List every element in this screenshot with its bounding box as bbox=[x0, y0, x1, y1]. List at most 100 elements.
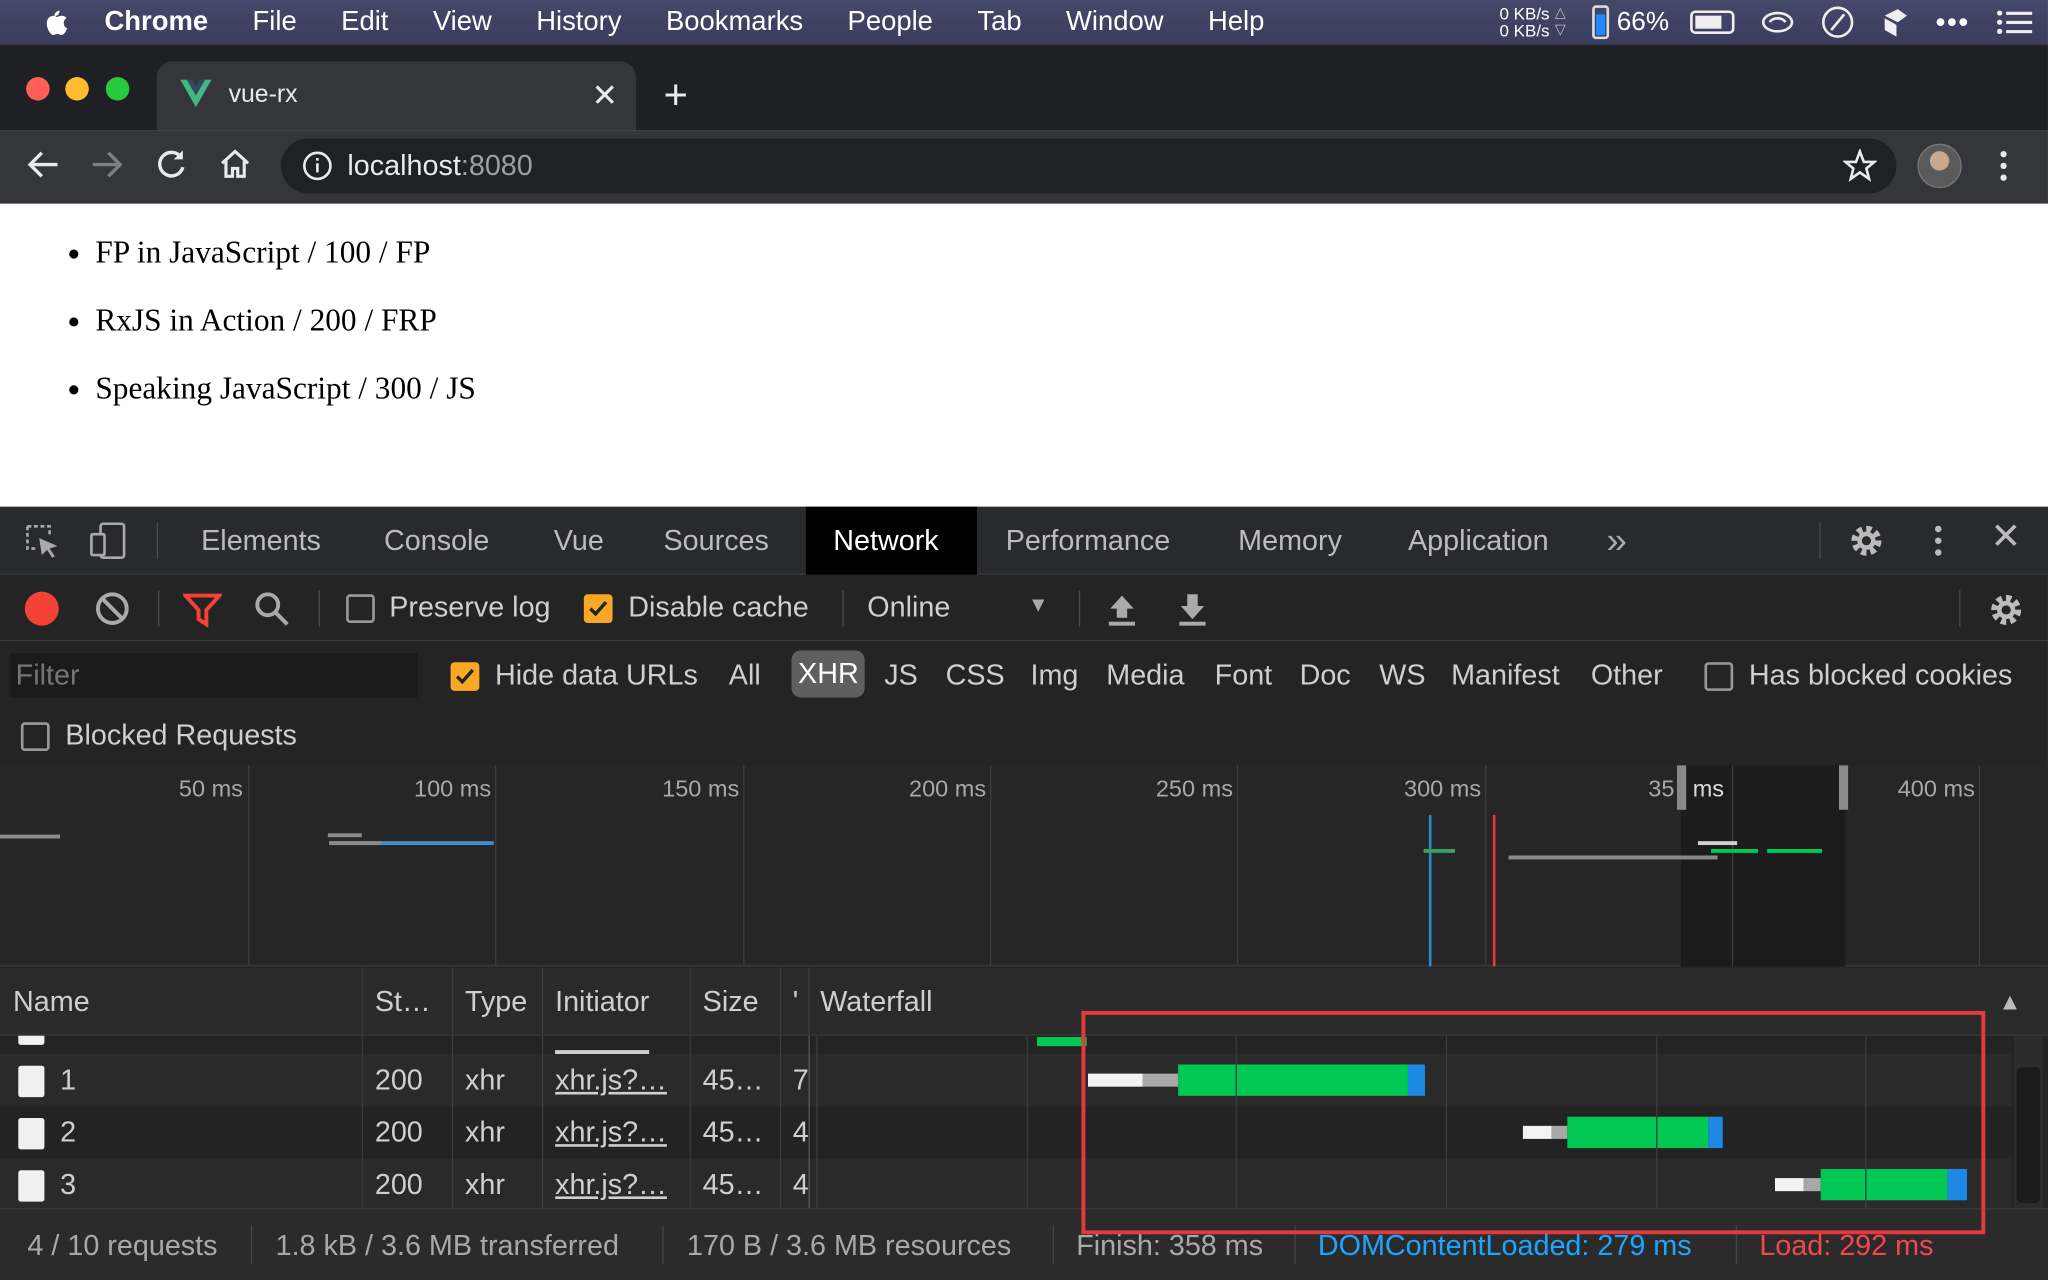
throttling-select[interactable]: Online bbox=[867, 590, 950, 624]
table-scrollbar-thumb[interactable] bbox=[2016, 1067, 2041, 1203]
network-overview[interactable]: 50 ms 100 ms 150 ms 200 ms 250 ms 300 ms… bbox=[0, 765, 2048, 967]
disable-cache-checkbox[interactable] bbox=[583, 594, 613, 624]
address-bar[interactable]: localhost:8080 bbox=[280, 138, 1897, 194]
menubar-item-window[interactable]: Window bbox=[1066, 7, 1164, 38]
filter-type-manifest[interactable]: Manifest bbox=[1451, 658, 1560, 692]
column-header-name[interactable]: Name bbox=[13, 968, 90, 1036]
menubar-item-edit[interactable]: Edit bbox=[341, 7, 388, 38]
filter-type-js[interactable]: JS bbox=[884, 658, 918, 692]
export-har-icon[interactable] bbox=[1175, 590, 1209, 627]
more-dots-icon[interactable]: ••• bbox=[1935, 5, 1969, 39]
apple-icon[interactable] bbox=[39, 7, 68, 38]
filter-type-doc[interactable]: Doc bbox=[1300, 658, 1351, 692]
url-text[interactable]: localhost:8080 bbox=[347, 149, 532, 183]
column-header-size[interactable]: Size bbox=[703, 968, 759, 1036]
blocked-requests-checkbox[interactable] bbox=[20, 722, 50, 752]
menubar-app-name[interactable]: Chrome bbox=[104, 7, 208, 38]
menubar-item-bookmarks[interactable]: Bookmarks bbox=[666, 7, 803, 38]
tab-sources[interactable]: Sources bbox=[643, 507, 790, 575]
overview-right-handle[interactable] bbox=[1838, 765, 1849, 810]
filter-type-other[interactable]: Other bbox=[1591, 658, 1663, 692]
column-header-status[interactable]: St… bbox=[375, 968, 431, 1036]
filter-input[interactable] bbox=[10, 653, 418, 698]
page-content: FP in JavaScript / 100 / FP RxJS in Acti… bbox=[0, 203, 2048, 507]
tab-vue[interactable]: Vue bbox=[533, 507, 625, 575]
tab-elements[interactable]: Elements bbox=[180, 507, 342, 575]
devtools-more-icon[interactable] bbox=[1928, 522, 1949, 559]
filter-type-font[interactable]: Font bbox=[1215, 658, 1273, 692]
menubar-item-help[interactable]: Help bbox=[1208, 7, 1264, 38]
column-header-initiator[interactable]: Initiator bbox=[555, 968, 649, 1036]
profile-avatar[interactable] bbox=[1917, 143, 1962, 189]
notification-center-icon[interactable] bbox=[1996, 9, 2033, 35]
search-icon[interactable] bbox=[253, 590, 290, 627]
menubar-item-file[interactable]: File bbox=[253, 7, 297, 38]
back-arrow-icon[interactable] bbox=[26, 148, 60, 182]
filter-type-all[interactable]: All bbox=[729, 658, 761, 692]
clock-status-icon[interactable] bbox=[1821, 5, 1855, 39]
battery-widget[interactable]: 66% bbox=[1591, 5, 1735, 40]
preserve-log-label[interactable]: Preserve log bbox=[389, 590, 550, 624]
disable-cache-label[interactable]: Disable cache bbox=[628, 590, 808, 624]
hide-data-urls-checkbox[interactable] bbox=[450, 662, 480, 691]
more-tabs-icon[interactable]: » bbox=[1607, 520, 1627, 562]
clear-icon[interactable] bbox=[94, 590, 131, 627]
throttling-dropdown-icon[interactable]: ▼ bbox=[1028, 594, 1049, 618]
tab-close-icon[interactable]: ✕ bbox=[592, 77, 618, 115]
filter-type-xhr[interactable]: XHR bbox=[791, 650, 866, 698]
tab-network[interactable]: Network bbox=[805, 506, 977, 575]
preserve-log-checkbox[interactable] bbox=[346, 594, 375, 624]
forward-arrow-icon[interactable] bbox=[90, 148, 124, 182]
browser-tab[interactable]: vue-rx ✕ bbox=[156, 61, 637, 131]
filter-bar: Hide data URLs All XHR JS CSS Img Media … bbox=[0, 643, 2048, 768]
filter-type-css[interactable]: CSS bbox=[946, 658, 1005, 692]
has-blocked-cookies-label[interactable]: Has blocked cookies bbox=[1749, 658, 2013, 692]
new-tab-button[interactable]: + bbox=[663, 71, 687, 118]
tab-performance[interactable]: Performance bbox=[985, 507, 1191, 575]
column-header-type[interactable]: Type bbox=[465, 968, 527, 1036]
app-status-icon[interactable] bbox=[1881, 5, 1910, 39]
menubar-item-tab[interactable]: Tab bbox=[977, 7, 1021, 38]
filter-funnel-icon[interactable] bbox=[182, 592, 223, 629]
browser-menu-icon[interactable] bbox=[1993, 149, 2014, 183]
device-toolbar-icon[interactable] bbox=[89, 521, 128, 560]
column-header-time[interactable]: ' bbox=[793, 968, 798, 1036]
window-minimize-button[interactable] bbox=[65, 77, 89, 101]
list-item: RxJS in Action / 200 / FRP bbox=[95, 300, 476, 368]
bookmark-star-icon[interactable] bbox=[1842, 148, 1877, 183]
reload-icon[interactable] bbox=[154, 148, 188, 182]
network-speed[interactable]: 0 KB/s 0 KB/s △ ▽ bbox=[1500, 5, 1566, 39]
tab-application[interactable]: Application bbox=[1387, 507, 1569, 575]
home-icon[interactable] bbox=[218, 148, 252, 182]
devtools-settings-gear-icon[interactable] bbox=[1847, 521, 1886, 560]
blocked-requests-label[interactable]: Blocked Requests bbox=[65, 718, 297, 752]
window-close-button[interactable] bbox=[26, 77, 50, 101]
tab-console[interactable]: Console bbox=[363, 507, 510, 575]
initiator-link[interactable]: xhr.js?… bbox=[555, 1159, 679, 1209]
menubar-item-view[interactable]: View bbox=[433, 7, 492, 38]
window-zoom-button[interactable] bbox=[105, 77, 130, 101]
overview-left-handle[interactable] bbox=[1677, 765, 1687, 810]
menubar-tray: 0 KB/s 0 KB/s △ ▽ 66% ••• bbox=[1500, 0, 2033, 44]
site-info-icon[interactable] bbox=[302, 150, 333, 181]
hide-data-urls-label[interactable]: Hide data URLs bbox=[495, 658, 698, 692]
initiator-link[interactable]: xhr.js?… bbox=[555, 1106, 679, 1158]
devtools-close-icon[interactable]: ✕ bbox=[1990, 515, 2021, 558]
menubar-item-history[interactable]: History bbox=[536, 7, 621, 38]
tab-memory[interactable]: Memory bbox=[1217, 507, 1363, 575]
network-settings-gear-icon[interactable] bbox=[1987, 590, 2026, 629]
inspect-element-icon[interactable] bbox=[24, 522, 61, 559]
request-size: 45… bbox=[702, 1167, 764, 1201]
filter-type-img[interactable]: Img bbox=[1031, 658, 1079, 692]
filter-type-ws[interactable]: WS bbox=[1379, 658, 1425, 692]
record-button[interactable] bbox=[24, 591, 59, 626]
transferred-size: 1.8 kB / 3.6 MB transferred bbox=[275, 1229, 619, 1262]
initiator-link[interactable]: xhr.js?… bbox=[555, 1054, 679, 1106]
sort-ascending-icon[interactable]: ▲ bbox=[1998, 989, 2021, 1016]
has-blocked-cookies-checkbox[interactable] bbox=[1704, 662, 1734, 691]
creative-cloud-icon[interactable] bbox=[1760, 9, 1794, 35]
import-har-icon[interactable] bbox=[1105, 590, 1139, 627]
menubar-item-people[interactable]: People bbox=[848, 7, 933, 38]
column-header-waterfall[interactable]: Waterfall bbox=[820, 968, 932, 1036]
filter-type-media[interactable]: Media bbox=[1106, 658, 1184, 692]
